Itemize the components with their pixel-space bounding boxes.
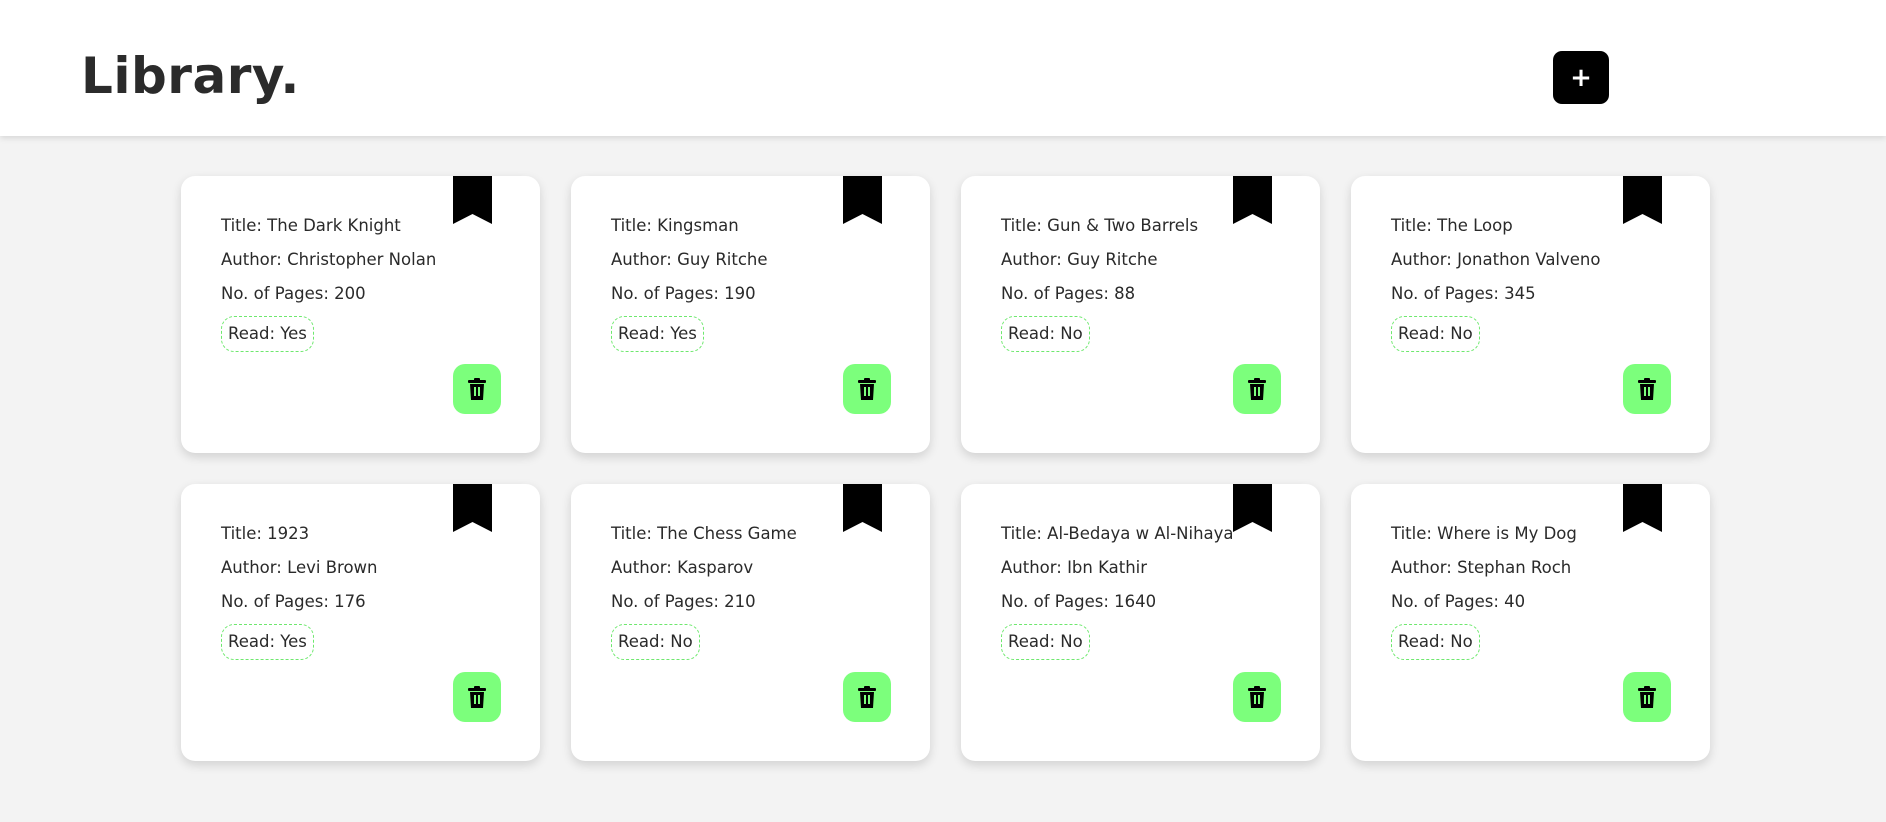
book-author: Author: Ibn Kathir (1001, 558, 1148, 577)
bookmark-icon[interactable] (1233, 484, 1272, 532)
book-pages: No. of Pages: 345 (1391, 284, 1536, 303)
book-author: Author: Levi Brown (221, 558, 378, 577)
book-pages: No. of Pages: 210 (611, 592, 756, 611)
book-card: Title: The Chess Game Author: Kasparov N… (571, 484, 930, 761)
book-card: Title: Gun & Two Barrels Author: Guy Rit… (961, 176, 1320, 453)
book-card: Title: Al-Bedaya w Al-Nihaya Author: Ibn… (961, 484, 1320, 761)
read-status-toggle[interactable]: Read: No (611, 624, 700, 660)
book-author: Author: Kasparov (611, 558, 754, 577)
header: Library. + (0, 0, 1886, 136)
book-title: Title: The Loop (1391, 216, 1513, 235)
trash-icon (468, 686, 486, 708)
book-author: Author: Guy Ritche (611, 250, 768, 269)
delete-button[interactable] (1623, 672, 1671, 722)
book-card: Title: The Dark Knight Author: Christoph… (181, 176, 540, 453)
book-pages: No. of Pages: 88 (1001, 284, 1136, 303)
logo: Library. (81, 47, 300, 105)
book-title: Title: The Chess Game (611, 524, 797, 543)
bookmark-icon[interactable] (1623, 176, 1662, 224)
trash-icon (1248, 686, 1266, 708)
book-author: Author: Christopher Nolan (221, 250, 437, 269)
trash-icon (1638, 686, 1656, 708)
delete-button[interactable] (843, 672, 891, 722)
delete-button[interactable] (1233, 364, 1281, 414)
book-title: Title: Kingsman (611, 216, 739, 235)
delete-button[interactable] (1233, 672, 1281, 722)
delete-button[interactable] (843, 364, 891, 414)
trash-icon (468, 378, 486, 400)
book-pages: No. of Pages: 190 (611, 284, 756, 303)
book-title: Title: The Dark Knight (221, 216, 401, 235)
book-card: Title: Where is My Dog Author: Stephan R… (1351, 484, 1710, 761)
book-card: Title: Kingsman Author: Guy Ritche No. o… (571, 176, 930, 453)
book-author: Author: Stephan Roch (1391, 558, 1572, 577)
read-status-toggle[interactable]: Read: No (1001, 316, 1090, 352)
delete-button[interactable] (453, 672, 501, 722)
read-status-toggle[interactable]: Read: Yes (221, 316, 314, 352)
book-pages: No. of Pages: 40 (1391, 592, 1526, 611)
book-pages: No. of Pages: 1640 (1001, 592, 1157, 611)
book-card: Title: The Loop Author: Jonathon Valveno… (1351, 176, 1710, 453)
bookmark-icon[interactable] (843, 484, 882, 532)
book-title: Title: Gun & Two Barrels (1001, 216, 1199, 235)
bookmark-icon[interactable] (1623, 484, 1662, 532)
bookmark-icon[interactable] (843, 176, 882, 224)
read-status-toggle[interactable]: Read: No (1391, 316, 1480, 352)
read-status-toggle[interactable]: Read: Yes (221, 624, 314, 660)
trash-icon (1248, 378, 1266, 400)
trash-icon (858, 378, 876, 400)
book-title: Title: Where is My Dog (1391, 524, 1577, 543)
read-status-toggle[interactable]: Read: No (1001, 624, 1090, 660)
bookmark-icon[interactable] (453, 176, 492, 224)
book-pages: No. of Pages: 200 (221, 284, 366, 303)
read-status-toggle[interactable]: Read: Yes (611, 316, 704, 352)
trash-icon (858, 686, 876, 708)
book-title: Title: Al-Bedaya w Al-Nihaya (1001, 524, 1234, 543)
book-author: Author: Guy Ritche (1001, 250, 1158, 269)
add-book-button[interactable]: + (1553, 51, 1609, 104)
bookmark-icon[interactable] (1233, 176, 1272, 224)
book-title: Title: 1923 (221, 524, 310, 543)
book-pages: No. of Pages: 176 (221, 592, 366, 611)
delete-button[interactable] (1623, 364, 1671, 414)
bookmark-icon[interactable] (453, 484, 492, 532)
delete-button[interactable] (453, 364, 501, 414)
book-card: Title: 1923 Author: Levi Brown No. of Pa… (181, 484, 540, 761)
book-author: Author: Jonathon Valveno (1391, 250, 1601, 269)
book-grid: Title: The Dark Knight Author: Christoph… (181, 176, 1710, 761)
read-status-toggle[interactable]: Read: No (1391, 624, 1480, 660)
trash-icon (1638, 378, 1656, 400)
